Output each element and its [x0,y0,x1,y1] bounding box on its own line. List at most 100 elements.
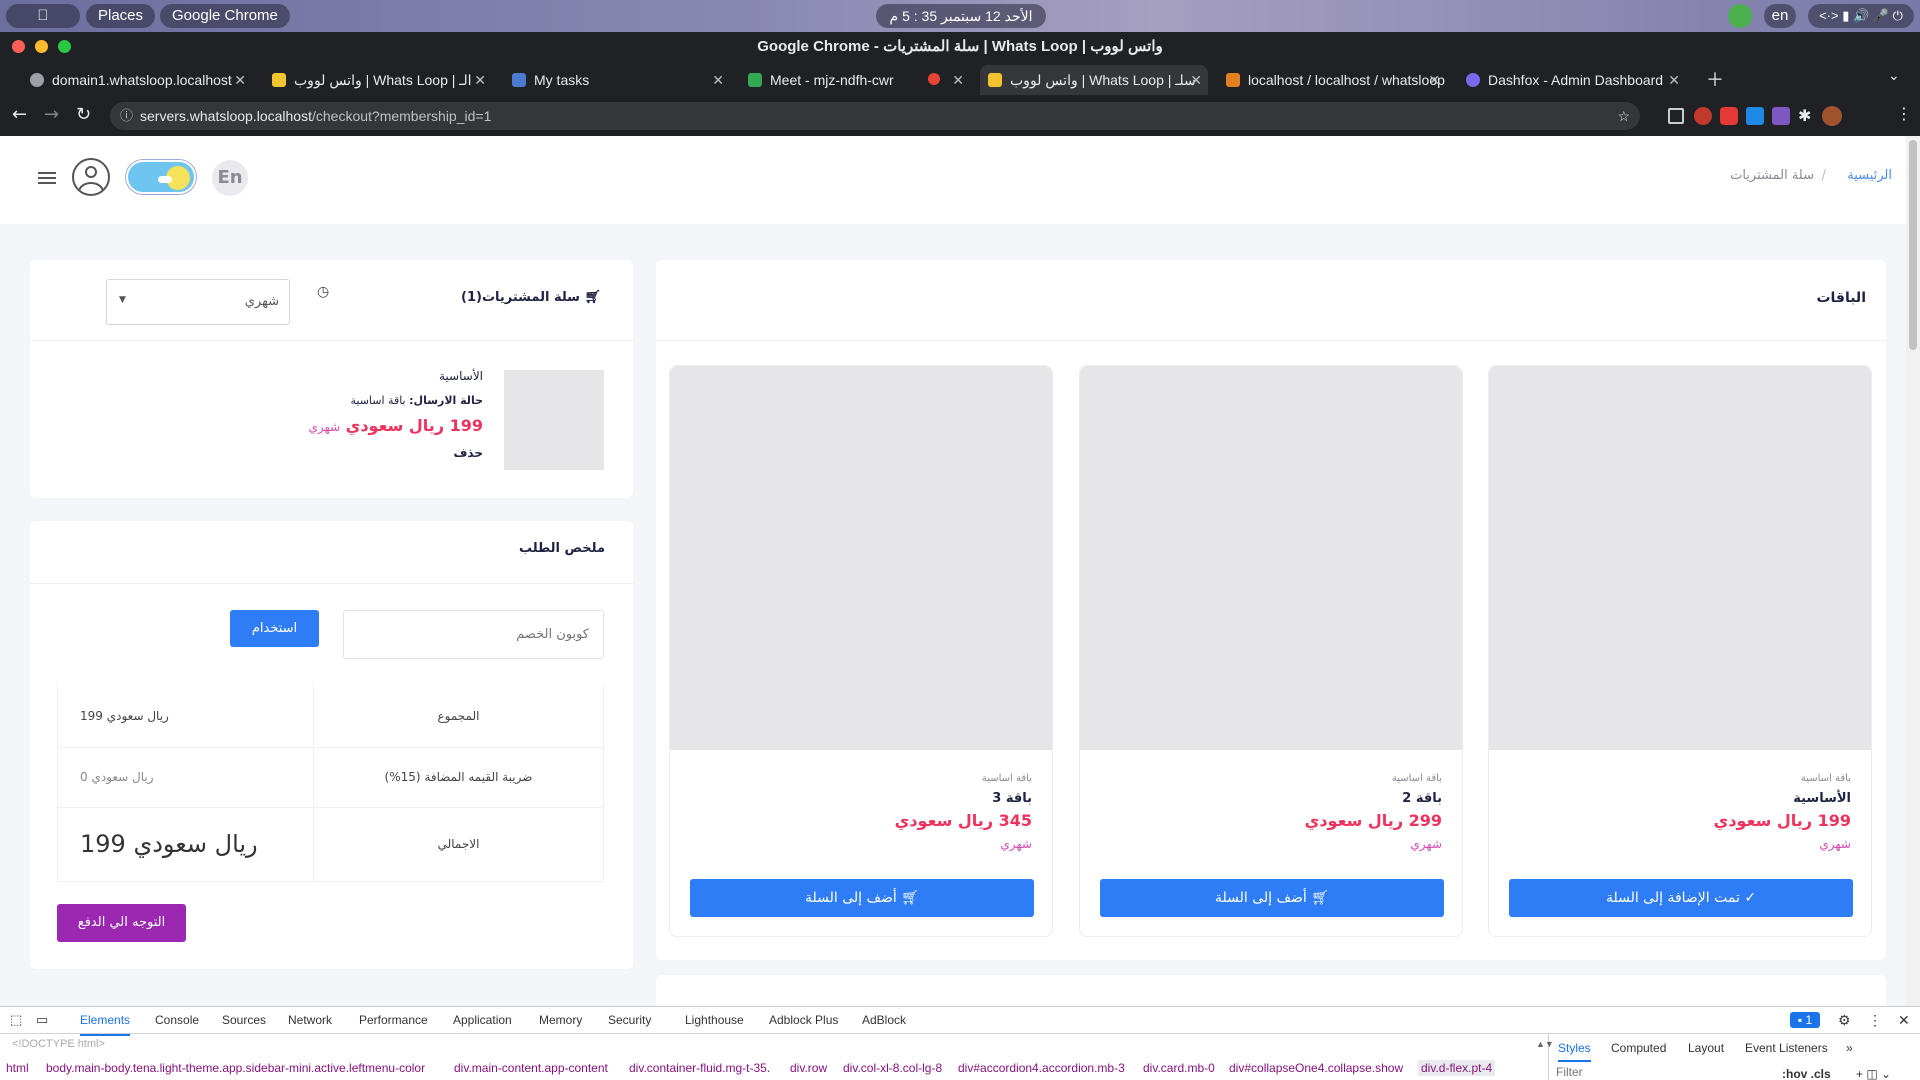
close-tab-icon[interactable]: ✕ [1428,65,1440,95]
app-menu[interactable]: Google Chrome [160,4,290,28]
page-scrollbar[interactable] [1906,136,1920,1006]
forward-icon[interactable]: → [44,104,59,125]
dom-breadcrumb-item[interactable]: div#collapseOne4.collapse.show [1229,1060,1403,1076]
period-select[interactable]: شهري ▼ [106,279,290,325]
close-devtools-icon[interactable]: ✕ [1898,1012,1910,1028]
devtools-tab-elements[interactable]: Elements [80,1012,131,1036]
inspect-element-icon[interactable]: ⬚ [10,1012,22,1028]
shield-icon[interactable] [1728,4,1752,28]
add-to-cart-button[interactable]: 🛒︎ أضف إلى السلة [690,879,1034,917]
system-tray-icons[interactable]: <·> ▮ 🔊 🎤 ⏻ [1808,4,1914,28]
add-to-cart-button[interactable]: 🛒︎ أضف إلى السلة [1100,879,1444,917]
devtools-tab-adblock[interactable]: AdBlock [862,1012,906,1028]
apply-coupon-button[interactable]: استخدام [230,610,319,647]
cart-item-name: الأساسية [439,369,483,383]
device-toolbar-icon[interactable]: ▭ [36,1012,48,1028]
layout-tab[interactable]: Layout [1688,1040,1724,1056]
breadcrumb-home[interactable]: الرئيسية [1847,168,1892,183]
language-button[interactable]: En [212,160,248,196]
dom-breadcrumb-item[interactable]: div.col-xl-8.col-lg-8 [843,1060,942,1076]
puzzle-icon[interactable]: ✱ [1798,106,1811,125]
dom-breadcrumb-item[interactable]: body.main-body.tena.light-theme.app.side… [46,1060,425,1076]
settings-gear-icon[interactable]: ⚙ [1838,1012,1851,1028]
bookmark-star-icon[interactable]: ☆ [1617,102,1630,130]
hov-cls-toggle[interactable]: :hov .cls [1782,1066,1831,1080]
reload-icon[interactable]: ↻ [76,104,91,125]
cart-icon: 🛒︎ [579,290,601,305]
delete-item-link[interactable]: حذف [453,446,483,460]
close-tab-icon[interactable]: ✕ [712,65,724,95]
tab-my-tasks[interactable]: My tasks ✕ [504,65,730,95]
coupon-input[interactable] [343,610,604,659]
dom-breadcrumb-item-selected[interactable]: div.d-flex.pt-4 [1418,1060,1496,1076]
close-tab-icon[interactable]: ✕ [1668,65,1680,95]
checkout-button[interactable]: التوجه الي الدفع [57,904,186,942]
language-indicator[interactable]: en [1764,4,1796,28]
devtools-tab-lighthouse[interactable]: Lighthouse [685,1012,744,1028]
more-tabs-icon[interactable]: » [1846,1040,1853,1056]
tab-search-icon[interactable]: ⌄ [1888,68,1900,84]
cast-icon[interactable] [1668,108,1684,124]
adblock-plus-icon[interactable] [1694,107,1712,125]
devtools-tab-adblock-plus[interactable]: Adblock Plus [769,1012,838,1028]
extension-f-icon[interactable] [1746,107,1764,125]
dom-doctype[interactable]: <!DOCTYPE html> [12,1036,105,1052]
event-listeners-tab[interactable]: Event Listeners [1745,1040,1828,1056]
places-menu[interactable]: Places [86,4,156,28]
tab-meet[interactable]: Meet - mjz-ndfh-cwr ✕ [740,65,970,95]
user-avatar-icon[interactable] [72,158,110,196]
address-bar[interactable]: ⓘ servers.whatsloop.localhost/checkout?m… [110,102,1640,130]
devtools-tab-performance[interactable]: Performance [359,1012,428,1028]
package-image [670,366,1052,750]
clock[interactable]: الأحد 12 سبتمبر 35 : 5 م [876,4,1046,28]
styles-tab[interactable]: Styles [1558,1040,1591,1062]
recording-icon [928,73,940,85]
devtools-tab-memory[interactable]: Memory [539,1012,582,1028]
order-summary-card: ملخص الطلب استخدام 199 ريال سعودي المجمو… [30,521,633,969]
dom-breadcrumb-item[interactable]: div.row [790,1060,827,1076]
close-tab-icon[interactable]: ✕ [234,65,246,95]
chrome-menu-icon[interactable]: ⋮ [1896,104,1912,123]
devtools-tab-network[interactable]: Network [288,1012,332,1028]
issues-badge[interactable]: ▪ 1 [1790,1012,1820,1028]
tab-domain1[interactable]: domain1.whatsloop.localhost ✕ [22,65,252,95]
dom-breadcrumb-item[interactable]: div.card.mb-0 [1143,1060,1215,1076]
computed-tab[interactable]: Computed [1611,1040,1666,1056]
devtools-tab-application[interactable]: Application [453,1012,512,1028]
tab-dashfox[interactable]: Dashfox - Admin Dashboard ✕ [1458,65,1686,95]
tab-whatsloop-active[interactable]: واتس لووب | Whats Loop | سلـ ✕ [980,65,1208,95]
new-tab-icon[interactable]: ＋ [1706,66,1724,92]
dom-breadcrumb-item[interactable]: div#accordion4.accordion.mb-3 [958,1060,1125,1076]
apple-menu-icon[interactable]:  [6,4,80,28]
extension-new-icon[interactable] [1772,107,1790,125]
theme-toggle[interactable] [126,160,196,194]
site-info-icon[interactable]: ⓘ [120,102,133,130]
vat-label: ضريبة القيمه المضافة (15%) [313,747,604,807]
close-tab-icon[interactable]: ✕ [952,65,964,95]
tab-whatsloop-1[interactable]: واتس لووب | Whats Loop | الـ ✕ [264,65,492,95]
styles-filter-input[interactable] [1556,1064,1766,1080]
back-icon[interactable]: ← [12,104,27,125]
dom-breadcrumb-item[interactable]: div.container-fluid.mg-t-35. [629,1060,770,1076]
close-tab-icon[interactable]: ✕ [474,65,486,95]
devtools-tab-sources[interactable]: Sources [222,1012,266,1028]
table-row: 0 ريال سعودي ضريبة القيمه المضافة (15%) [57,747,604,807]
divider [0,1033,1920,1034]
dom-breadcrumb-item[interactable]: div.main-content.app-content [454,1060,608,1076]
phpmyadmin-icon [1226,73,1240,87]
devtools-tab-console[interactable]: Console [155,1012,199,1028]
dom-breadcrumb-item[interactable]: html [6,1060,29,1076]
adblock-icon[interactable] [1720,107,1738,125]
devtools-menu-icon[interactable]: ⋮ [1868,1012,1882,1028]
dom-scroll-arrows[interactable]: ▲▼ [1536,1036,1554,1052]
package-tag: باقة اساسية [981,773,1032,784]
hamburger-menu-icon[interactable] [38,172,56,184]
devtools-tab-security[interactable]: Security [608,1012,651,1028]
tab-phpmyadmin[interactable]: localhost / localhost / whatsloop ✕ [1218,65,1446,95]
profile-avatar-icon[interactable] [1822,106,1842,126]
system-top-bar:  Places Google Chrome الأحد 12 سبتمبر 3… [0,0,1920,32]
added-to-cart-button[interactable]: ✓ تمت الإضافة إلى السلة [1509,879,1853,917]
close-tab-icon[interactable]: ✕ [1190,65,1202,95]
package-tag: باقة اساسية [1391,773,1442,784]
add-style-rule-icon[interactable]: + ◫ ⌄ [1856,1066,1891,1080]
